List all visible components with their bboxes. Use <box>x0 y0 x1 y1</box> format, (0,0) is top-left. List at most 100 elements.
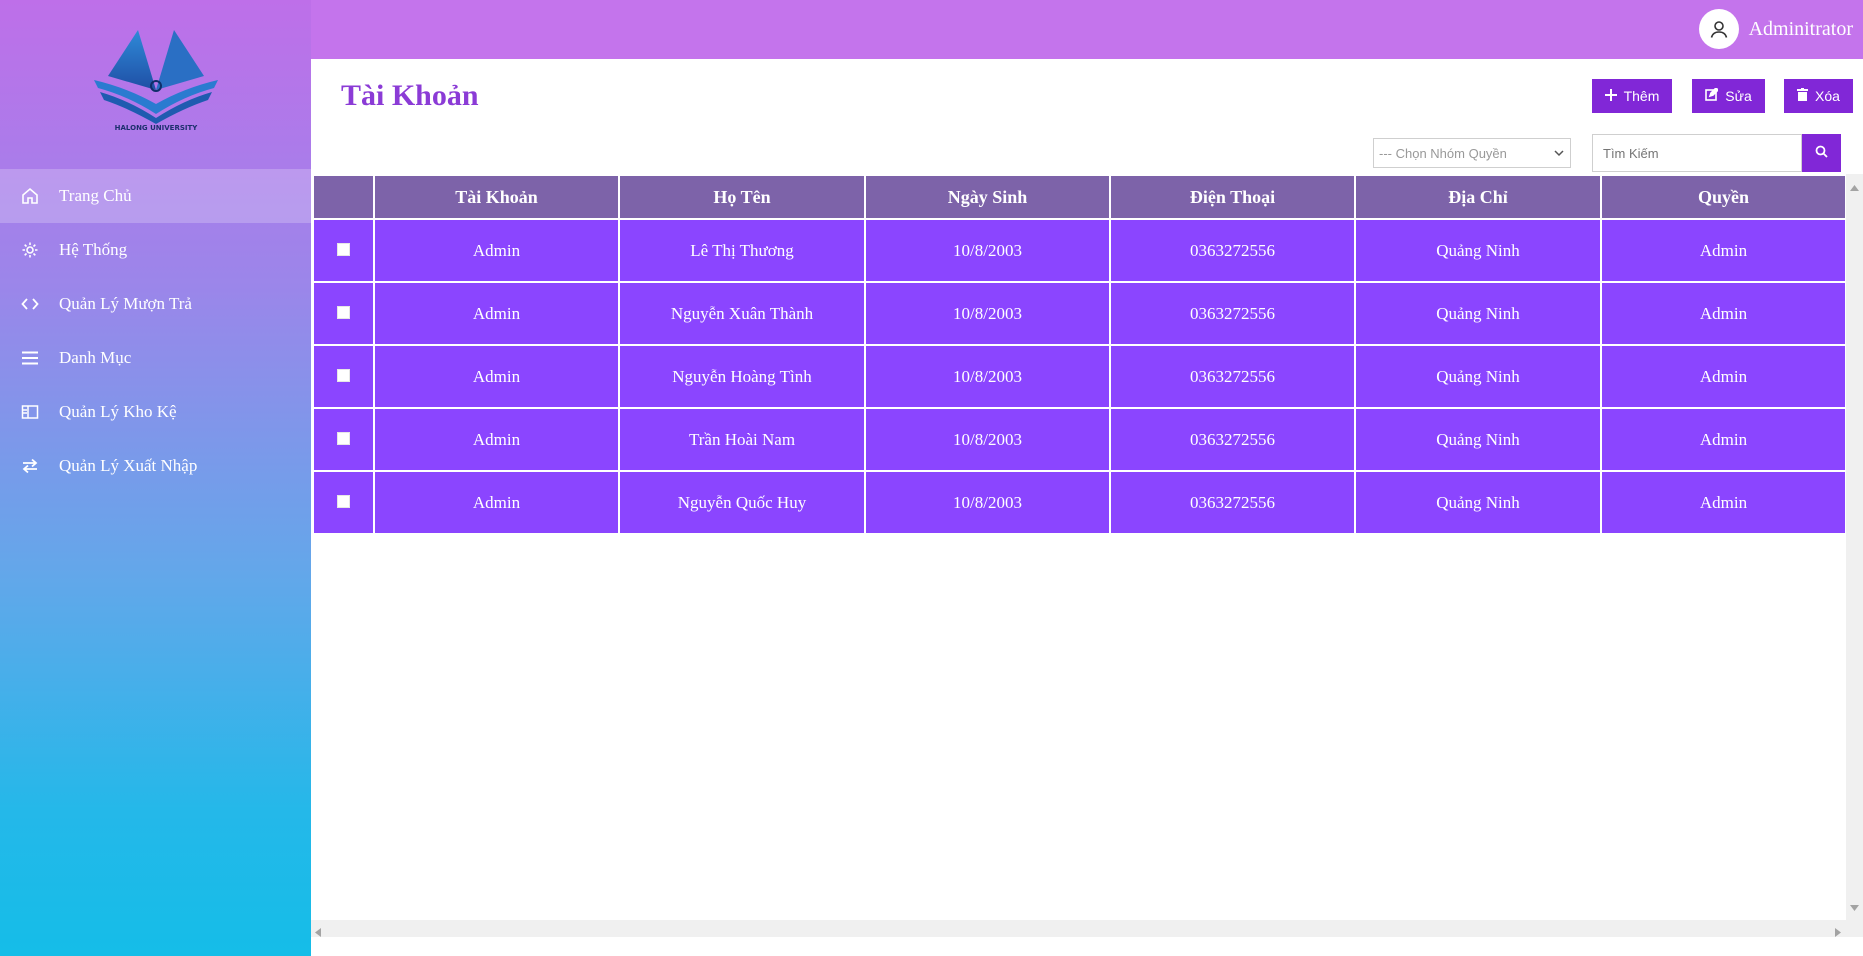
dob-cell: 10/8/2003 <box>866 283 1109 344</box>
horizontal-scrollbar[interactable] <box>311 920 1863 937</box>
sidebar-item-label: Danh Mục <box>59 348 132 367</box>
delete-button[interactable]: Xóa <box>1784 79 1853 113</box>
sidebar-item-label: Quản Lý Xuất Nhập <box>59 456 198 475</box>
plus-icon <box>1604 88 1617 104</box>
address-cell: Quảng Ninh <box>1356 409 1600 470</box>
account-cell: Admin <box>375 346 618 407</box>
dob-cell: 10/8/2003 <box>866 409 1109 470</box>
chevron-down-icon <box>1553 147 1565 162</box>
sidebar: HALONG UNIVERSITY Trang Chủ Hệ Thống Quả… <box>0 0 311 956</box>
user-menu[interactable]: Adminitrator <box>1698 9 1853 49</box>
shelf-icon <box>19 401 41 423</box>
edit-button[interactable]: Sửa <box>1692 79 1765 113</box>
role-cell: Admin <box>1602 283 1845 344</box>
dob-cell: 10/8/2003 <box>866 472 1109 533</box>
row-checkbox[interactable] <box>337 431 350 445</box>
edit-button-label: Sửa <box>1725 88 1752 104</box>
role-cell: Admin <box>1602 220 1845 281</box>
edit-icon <box>1705 86 1720 104</box>
gear-icon <box>19 239 41 261</box>
role-cell: Admin <box>1602 409 1845 470</box>
address-cell: Quảng Ninh <box>1356 283 1600 344</box>
name-cell: Nguyễn Quốc Huy <box>620 472 864 533</box>
column-header[interactable]: Điện Thoại <box>1111 176 1354 218</box>
table-row[interactable]: Admin Trần Hoài Nam 10/8/2003 0363272556… <box>314 409 1845 470</box>
row-checkbox[interactable] <box>337 368 350 382</box>
address-cell: Quảng Ninh <box>1356 220 1600 281</box>
code-icon <box>19 293 41 315</box>
role-cell: Admin <box>1602 346 1845 407</box>
search-icon <box>1815 145 1828 161</box>
scroll-up-icon[interactable] <box>1850 178 1859 196</box>
role-group-select-value: --- Chọn Nhóm Quyền <box>1379 145 1507 161</box>
sidebar-item-he-thong[interactable]: Hệ Thống <box>0 223 311 277</box>
column-header[interactable]: Tài Khoản <box>375 176 618 218</box>
dob-cell: 10/8/2003 <box>866 346 1109 407</box>
university-logo: HALONG UNIVERSITY <box>88 24 224 132</box>
search-button[interactable] <box>1802 134 1841 172</box>
phone-cell: 0363272556 <box>1111 346 1354 407</box>
address-cell: Quảng Ninh <box>1356 472 1600 533</box>
column-header[interactable]: Họ Tên <box>620 176 864 218</box>
role-cell: Admin <box>1602 472 1845 533</box>
sidebar-item-label: Hệ Thống <box>59 240 128 259</box>
name-cell: Nguyễn Xuân Thành <box>620 283 864 344</box>
account-cell: Admin <box>375 409 618 470</box>
logo-text: HALONG UNIVERSITY <box>115 124 199 132</box>
dob-cell: 10/8/2003 <box>866 220 1109 281</box>
phone-cell: 0363272556 <box>1111 283 1354 344</box>
sidebar-item-quan-ly-xuat-nhap[interactable]: Quản Lý Xuất Nhập <box>0 439 311 493</box>
page-title: Tài Khoản <box>341 79 479 112</box>
sidebar-item-label: Quản Lý Kho Kệ <box>59 402 177 421</box>
row-checkbox[interactable] <box>337 242 350 256</box>
sidebar-item-danh-muc[interactable]: Danh Mục <box>0 331 311 385</box>
row-checkbox[interactable] <box>337 305 350 319</box>
table-header-row: Tài Khoản Họ Tên Ngày Sinh Điện Thoại Đị… <box>314 176 1845 218</box>
table-row[interactable]: Admin Nguyễn Hoàng Tình 10/8/2003 036327… <box>314 346 1845 407</box>
add-button-label: Thêm <box>1623 88 1660 104</box>
search-input[interactable] <box>1592 134 1802 172</box>
row-select-cell <box>314 472 373 533</box>
row-select-cell <box>314 346 373 407</box>
scroll-down-icon[interactable] <box>1850 898 1859 916</box>
phone-cell: 0363272556 <box>1111 472 1354 533</box>
column-header[interactable]: Địa Chỉ <box>1356 176 1600 218</box>
name-cell: Lê Thị Thương <box>620 220 864 281</box>
scroll-left-icon[interactable] <box>315 924 321 942</box>
row-select-cell <box>314 283 373 344</box>
sidebar-nav: Trang Chủ Hệ Thống Quản Lý Mượn Trả Danh… <box>0 169 311 493</box>
sidebar-item-label: Trang Chủ <box>59 186 132 205</box>
sidebar-item-trang-chu[interactable]: Trang Chủ <box>0 169 311 223</box>
accounts-table: Tài Khoản Họ Tên Ngày Sinh Điện Thoại Đị… <box>312 174 1847 535</box>
vertical-scrollbar[interactable] <box>1846 174 1863 920</box>
column-header[interactable]: Ngày Sinh <box>866 176 1109 218</box>
home-icon <box>19 185 41 207</box>
user-icon <box>1698 9 1739 49</box>
scroll-right-icon[interactable] <box>1835 924 1841 942</box>
row-checkbox[interactable] <box>337 494 350 508</box>
table-row[interactable]: Admin Nguyễn Xuân Thành 10/8/2003 036327… <box>314 283 1845 344</box>
phone-cell: 0363272556 <box>1111 220 1354 281</box>
table-row[interactable]: Admin Lê Thị Thương 10/8/2003 0363272556… <box>314 220 1845 281</box>
address-cell: Quảng Ninh <box>1356 346 1600 407</box>
add-button[interactable]: Thêm <box>1592 79 1672 113</box>
select-column-header <box>314 176 373 218</box>
role-group-select[interactable]: --- Chọn Nhóm Quyền <box>1373 138 1571 168</box>
name-cell: Trần Hoài Nam <box>620 409 864 470</box>
menu-icon <box>19 347 41 369</box>
account-cell: Admin <box>375 472 618 533</box>
name-cell: Nguyễn Hoàng Tình <box>620 346 864 407</box>
phone-cell: 0363272556 <box>1111 409 1354 470</box>
delete-button-label: Xóa <box>1815 88 1840 104</box>
sidebar-item-quan-ly-muon-tra[interactable]: Quản Lý Mượn Trả <box>0 277 311 331</box>
table-row[interactable]: Admin Nguyễn Quốc Huy 10/8/2003 03632725… <box>314 472 1845 533</box>
column-header[interactable]: Quyền <box>1602 176 1845 218</box>
top-bar: Adminitrator <box>311 0 1863 59</box>
user-name: Adminitrator <box>1748 17 1853 40</box>
sidebar-item-quan-ly-kho-ke[interactable]: Quản Lý Kho Kệ <box>0 385 311 439</box>
sidebar-item-label: Quản Lý Mượn Trả <box>59 294 192 313</box>
trash-icon <box>1797 88 1809 104</box>
account-cell: Admin <box>375 220 618 281</box>
row-select-cell <box>314 409 373 470</box>
account-cell: Admin <box>375 283 618 344</box>
